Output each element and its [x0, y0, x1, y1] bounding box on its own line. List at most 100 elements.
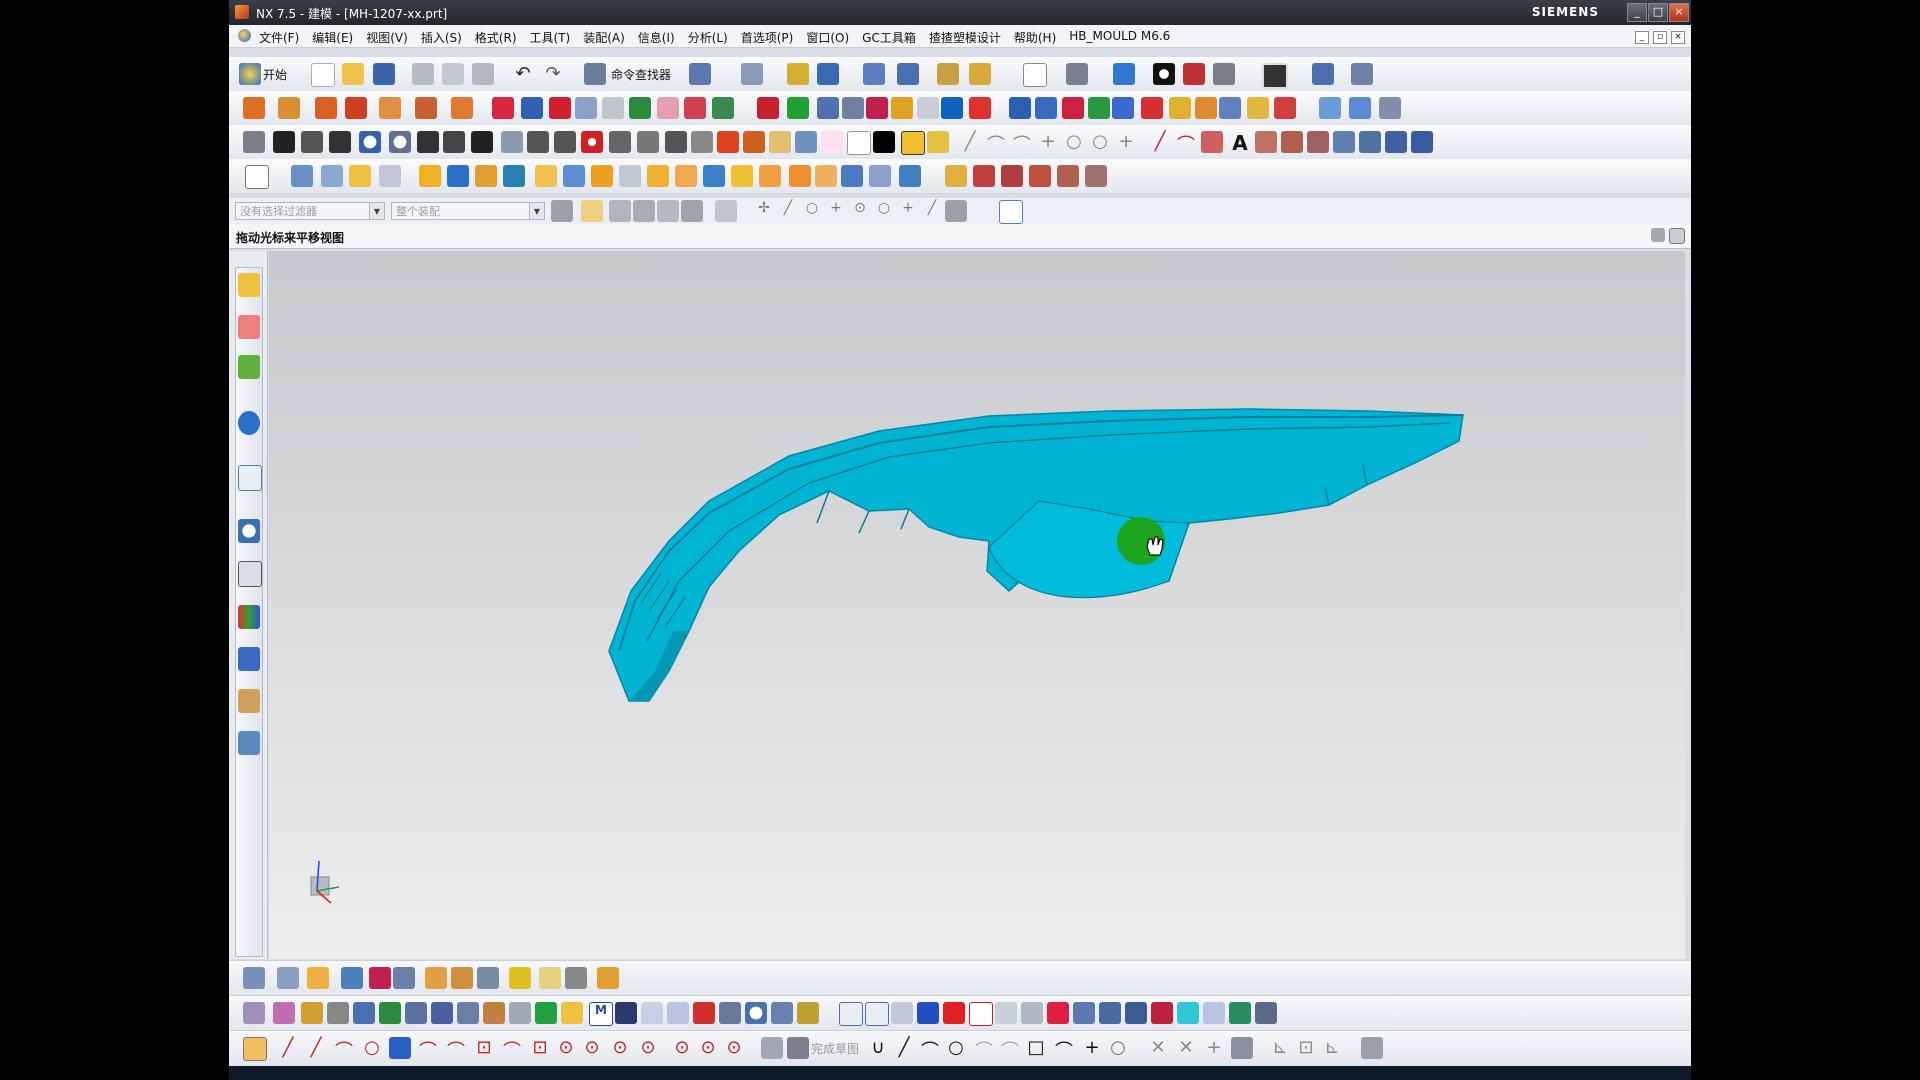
- select-icon[interactable]: [689, 63, 711, 85]
- active-shade-icon[interactable]: [901, 131, 925, 155]
- graphics-viewport[interactable]: [269, 251, 1685, 959]
- expression-icon[interactable]: [693, 1002, 715, 1024]
- section-icon[interactable]: [1183, 63, 1205, 85]
- snap-point-icon[interactable]: ✢: [753, 200, 775, 222]
- offset-face-icon[interactable]: [866, 97, 888, 119]
- color-icon[interactable]: [717, 131, 739, 153]
- sketch-trim-icon[interactable]: ⊡: [473, 1037, 495, 1059]
- project-sketch-icon[interactable]: ⊾: [1321, 1037, 1343, 1059]
- mold-drawing-icon[interactable]: [731, 165, 753, 187]
- edit-object-icon[interactable]: [741, 63, 763, 85]
- layer-icon[interactable]: [243, 131, 265, 153]
- sketch-constraint-icon[interactable]: [1057, 165, 1079, 187]
- remove-params-icon[interactable]: [431, 1002, 453, 1024]
- helix-icon[interactable]: [1255, 131, 1277, 153]
- trim-sheet-icon[interactable]: [1274, 97, 1296, 119]
- cooling-icon[interactable]: [743, 131, 765, 153]
- line-tool-icon[interactable]: ╱: [893, 1037, 915, 1059]
- lifter-icon[interactable]: [591, 165, 613, 187]
- system-scene-icon[interactable]: [238, 731, 260, 755]
- surface-analysis-icon[interactable]: [307, 967, 329, 989]
- history-icon[interactable]: [238, 519, 260, 543]
- copy-icon[interactable]: [442, 63, 464, 85]
- groove-icon[interactable]: [629, 97, 651, 119]
- swept-icon[interactable]: [1379, 97, 1401, 119]
- menu-insert[interactable]: 插入(S): [421, 29, 462, 46]
- ruler-tool-icon[interactable]: [301, 1002, 323, 1024]
- deviation-icon[interactable]: [341, 967, 363, 989]
- extrude-icon[interactable]: [243, 97, 265, 119]
- sketch-profile-icon[interactable]: ∪: [867, 1037, 889, 1059]
- unblank-icon[interactable]: [1021, 1002, 1043, 1024]
- hole-icon[interactable]: [492, 97, 514, 119]
- table-icon[interactable]: [667, 1002, 689, 1024]
- palette-icon[interactable]: [238, 605, 260, 629]
- surface-icon[interactable]: [321, 165, 343, 187]
- expand-icon[interactable]: [1669, 228, 1685, 244]
- edit-parameters-icon[interactable]: [273, 1002, 295, 1024]
- intersection-curve-icon[interactable]: [1359, 131, 1381, 153]
- snap-arc-icon[interactable]: ⊙: [849, 200, 871, 222]
- gate-icon[interactable]: [665, 131, 687, 153]
- rib-icon[interactable]: [657, 97, 679, 119]
- add-component-icon[interactable]: [1351, 63, 1373, 85]
- line-icon[interactable]: ╱: [959, 131, 981, 153]
- sketch-dimension-icon[interactable]: ⊙: [671, 1037, 693, 1059]
- highlight-icon[interactable]: [927, 131, 949, 153]
- open-folder-icon[interactable]: [342, 63, 364, 85]
- workpiece-icon[interactable]: [447, 165, 469, 187]
- show-hide-icon[interactable]: [943, 1002, 965, 1024]
- sketch-fillet-icon[interactable]: ⌒: [417, 1037, 439, 1062]
- spreadsheet-icon[interactable]: [641, 1002, 663, 1024]
- measure-icon[interactable]: [863, 63, 885, 85]
- grid-icon[interactable]: [865, 1002, 889, 1026]
- sketch-ellipse-icon[interactable]: ⊙: [581, 1037, 603, 1059]
- reflection-icon[interactable]: [369, 967, 391, 989]
- reorder-icon[interactable]: [327, 1002, 349, 1024]
- mirror-curve-icon[interactable]: ⊾: [1269, 1037, 1291, 1059]
- general-select-icon[interactable]: [581, 200, 603, 222]
- menu-window[interactable]: 窗口(O): [806, 29, 849, 46]
- menu-format[interactable]: 格式(R): [475, 29, 517, 46]
- chamfer-icon[interactable]: [787, 97, 809, 119]
- extract-icon[interactable]: [1169, 97, 1191, 119]
- roles-icon[interactable]: [238, 689, 260, 713]
- menu-tools[interactable]: 工具(T): [530, 29, 571, 46]
- mass-icon[interactable]: [597, 967, 619, 989]
- ejector-icon[interactable]: [527, 131, 549, 153]
- scope-filter-dropdown[interactable]: 整个装配 ▼: [391, 202, 545, 220]
- pattern-curve-icon[interactable]: ⊡: [1295, 1037, 1317, 1059]
- start-icon[interactable]: [239, 63, 261, 85]
- menu-information[interactable]: 信息(I): [638, 29, 675, 46]
- menu-view[interactable]: 视图(V): [366, 29, 408, 46]
- mold-check-icon[interactable]: [899, 165, 921, 187]
- object-display-icon[interactable]: [1125, 1002, 1147, 1024]
- snap-midpoint-icon[interactable]: [633, 200, 655, 222]
- snap-line-icon[interactable]: ╱: [777, 200, 799, 222]
- project-curve-icon[interactable]: [1333, 131, 1355, 153]
- sketch-conic-icon[interactable]: ⊙: [609, 1037, 631, 1059]
- datum-plane-icon[interactable]: [941, 97, 963, 119]
- edit-color-icon[interactable]: [1151, 1002, 1173, 1024]
- sketch-circle-icon[interactable]: ○: [361, 1037, 383, 1059]
- sketch-extend-icon[interactable]: ⌒: [501, 1037, 523, 1062]
- revolve-icon[interactable]: [278, 97, 300, 119]
- show-icon[interactable]: [917, 1002, 939, 1024]
- hide-icon[interactable]: [891, 1002, 913, 1024]
- new-file-icon[interactable]: [311, 63, 335, 87]
- pad-icon[interactable]: [575, 97, 597, 119]
- status-icon[interactable]: [1651, 228, 1665, 242]
- pattern-icon[interactable]: [891, 97, 913, 119]
- point-set-icon[interactable]: +: [1037, 131, 1059, 153]
- sketch-arc-icon[interactable]: ⌒: [333, 1037, 355, 1062]
- chamfer-tool-icon[interactable]: ⌒: [999, 1037, 1021, 1062]
- move-face-icon[interactable]: [1088, 97, 1110, 119]
- command-finder-icon[interactable]: [584, 63, 606, 85]
- bom-icon[interactable]: [703, 165, 725, 187]
- sketch-palette-icon[interactable]: [761, 1037, 783, 1059]
- datum-axis-icon[interactable]: [969, 97, 991, 119]
- menu-analysis[interactable]: 分析(L): [688, 29, 728, 46]
- red-line-icon[interactable]: ╱: [1149, 131, 1171, 153]
- thicken-icon[interactable]: [1195, 97, 1217, 119]
- measure-distance-icon[interactable]: [539, 967, 561, 989]
